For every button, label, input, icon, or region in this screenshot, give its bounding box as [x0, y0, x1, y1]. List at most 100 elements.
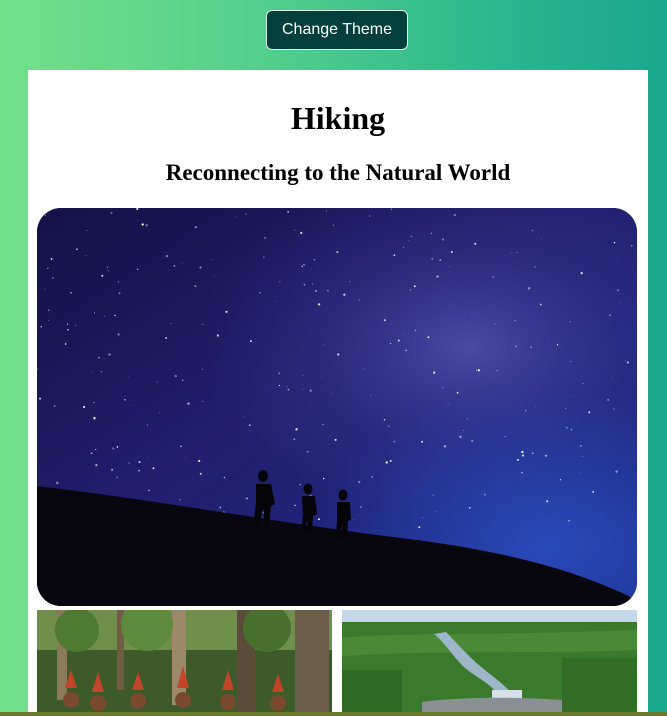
star [248, 424, 251, 427]
star [118, 292, 121, 295]
star [137, 219, 139, 221]
star [44, 288, 46, 290]
star [390, 343, 392, 345]
star [559, 479, 562, 481]
star [580, 445, 582, 447]
star [117, 333, 120, 336]
star [442, 238, 444, 241]
star [93, 401, 95, 404]
star [530, 346, 532, 349]
star [311, 283, 313, 285]
star [477, 369, 480, 372]
star [496, 370, 498, 372]
star [484, 493, 486, 496]
page-subtitle: Reconnecting to the Natural World [165, 160, 511, 185]
star [393, 440, 396, 443]
star [414, 329, 416, 331]
star [245, 213, 247, 215]
star [184, 456, 186, 458]
star [287, 210, 289, 213]
star [56, 481, 59, 485]
forest-tribe-image [37, 610, 332, 716]
star [569, 321, 571, 323]
star [432, 494, 434, 496]
star [136, 268, 139, 271]
star [114, 314, 116, 317]
star [430, 232, 433, 235]
star [279, 281, 281, 283]
star [592, 490, 595, 493]
star [325, 210, 327, 212]
star [534, 266, 536, 268]
star [313, 258, 316, 261]
star [45, 215, 46, 217]
star [108, 353, 111, 356]
night-sky-hikers-photo [37, 208, 637, 606]
star [474, 242, 477, 245]
star [48, 319, 50, 321]
star [393, 254, 396, 257]
star [116, 476, 119, 479]
star [202, 400, 204, 402]
star [116, 446, 119, 448]
star [70, 291, 72, 294]
star [158, 412, 160, 414]
star [516, 251, 518, 253]
star [278, 372, 281, 375]
star [194, 226, 197, 229]
star [83, 405, 86, 409]
star [389, 459, 392, 462]
change-theme-button[interactable]: Change Theme [266, 10, 408, 50]
star [573, 395, 574, 396]
star [293, 438, 296, 441]
star [263, 256, 265, 258]
star [545, 454, 547, 457]
star [317, 518, 320, 521]
star [76, 248, 78, 251]
star [391, 208, 393, 210]
star [385, 461, 388, 464]
star [521, 454, 525, 457]
star [369, 215, 371, 217]
star [353, 518, 355, 520]
star [165, 336, 168, 339]
star [300, 231, 303, 235]
star [90, 452, 93, 455]
star [570, 360, 572, 363]
star [148, 489, 150, 492]
star [626, 361, 630, 364]
star [110, 211, 113, 215]
star [475, 369, 478, 371]
star [613, 241, 616, 244]
star [138, 461, 141, 464]
star [307, 451, 309, 453]
star [110, 468, 114, 471]
star [358, 481, 361, 484]
star [442, 386, 444, 388]
star [138, 469, 140, 472]
star [92, 370, 93, 372]
star [40, 325, 43, 328]
star [453, 213, 456, 217]
star [129, 405, 131, 406]
star [433, 371, 436, 374]
star [405, 349, 407, 352]
star [170, 323, 172, 325]
star [448, 403, 450, 405]
star [524, 409, 527, 412]
star [371, 476, 374, 478]
star [541, 238, 543, 240]
star [107, 270, 109, 272]
star [235, 216, 236, 218]
star [568, 520, 570, 522]
star [219, 506, 222, 509]
star [521, 450, 524, 454]
star [436, 275, 439, 278]
star [243, 415, 245, 417]
star [418, 526, 421, 529]
star [201, 368, 204, 370]
star [145, 224, 148, 227]
star [360, 506, 362, 508]
star [199, 266, 202, 269]
star [66, 323, 69, 325]
